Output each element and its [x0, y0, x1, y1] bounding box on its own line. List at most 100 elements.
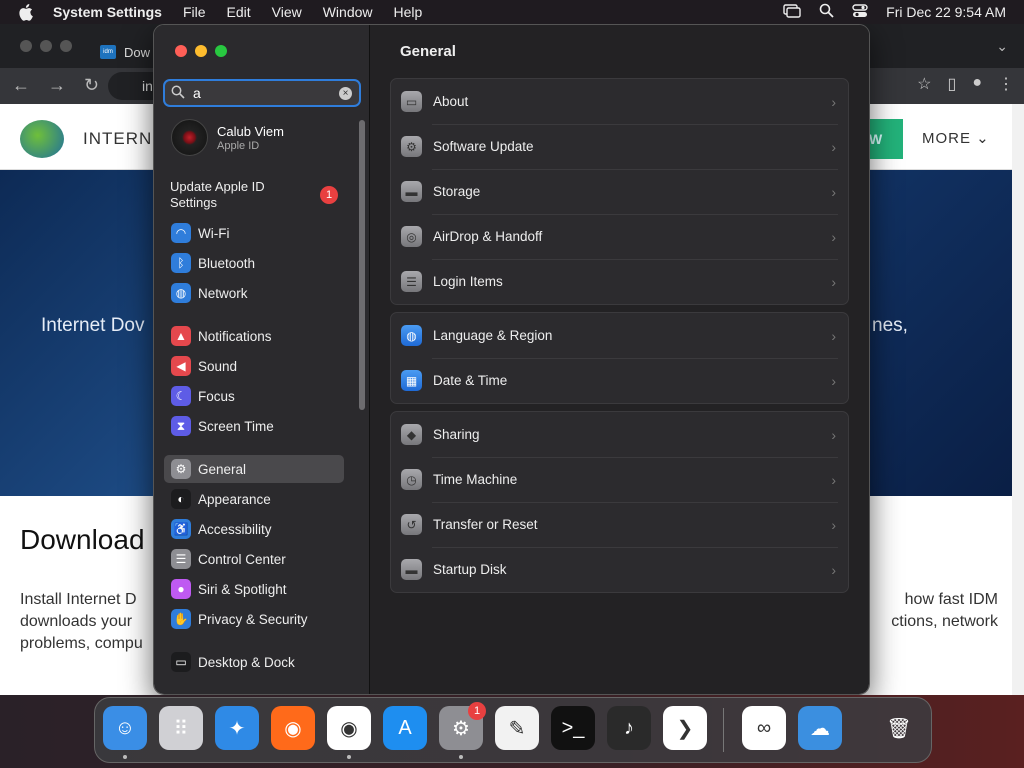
- sidebar-item-label: Privacy & Security: [198, 611, 308, 627]
- chevron-right-icon: ›: [831, 273, 836, 290]
- update-apple-id-item[interactable]: Update Apple ID Settings: [170, 179, 290, 211]
- running-indicator: [459, 755, 463, 759]
- sidebar-item-screen-time[interactable]: ⧗ Screen Time: [164, 412, 344, 440]
- browser-traffic-lights: [20, 40, 72, 52]
- sidebar-toggle-icon[interactable]: ▯: [948, 74, 957, 94]
- chevron-right-icon: ›: [831, 183, 836, 200]
- time-machine-icon: ◷: [401, 469, 422, 490]
- apple-menu-icon[interactable]: [18, 3, 36, 21]
- settings-row-about[interactable]: ▭ About ›: [391, 79, 848, 124]
- finder-icon[interactable]: ☺: [103, 706, 147, 750]
- account-subtitle: Apple ID: [217, 139, 260, 152]
- sidebar-item-notifications[interactable]: ▲ Notifications: [164, 322, 344, 350]
- settings-row-label: Software Update: [433, 139, 534, 154]
- reload-icon[interactable]: ↻: [84, 75, 99, 96]
- menu-help[interactable]: Help: [394, 4, 423, 20]
- list-icon: ☰: [401, 271, 422, 292]
- app-store-icon[interactable]: A: [383, 706, 427, 750]
- gear-icon: ⚙: [171, 459, 191, 479]
- launchpad-icon[interactable]: ⠿: [159, 706, 203, 750]
- browser-menu-icon[interactable]: ⋮: [998, 74, 1014, 94]
- close-button[interactable]: [175, 45, 187, 57]
- chevron-right-icon: ›: [831, 228, 836, 245]
- sidebar-item-wi-fi[interactable]: ◠ Wi-Fi: [164, 219, 344, 247]
- sidebar-item-bluetooth[interactable]: ᛒ Bluetooth: [164, 249, 344, 277]
- menu-window[interactable]: Window: [323, 4, 373, 20]
- sidebar-item-sound[interactable]: ◀ Sound: [164, 352, 344, 380]
- menu-clock[interactable]: Fri Dec 22 9:54 AM: [886, 4, 1006, 20]
- forward-arrow-icon[interactable]: →: [48, 75, 66, 96]
- visual-studio-icon[interactable]: ∞: [742, 706, 786, 750]
- settings-row-language-region[interactable]: ◍ Language & Region ›: [391, 313, 848, 358]
- settings-row-date-time[interactable]: ▦ Date & Time ›: [391, 358, 848, 403]
- menu-view[interactable]: View: [272, 4, 302, 20]
- spotlight-search-icon[interactable]: [819, 3, 834, 21]
- terminal-icon[interactable]: >_: [551, 706, 595, 750]
- sidebar-item-siri-spotlight[interactable]: ● Siri & Spotlight: [164, 575, 344, 603]
- sidebar-item-control-center[interactable]: ☰ Control Center: [164, 545, 344, 573]
- sidebar-item-accessibility[interactable]: ♿ Accessibility: [164, 515, 344, 543]
- address-text: in: [142, 78, 153, 94]
- running-indicator: [123, 755, 127, 759]
- safari-icon[interactable]: ✦: [215, 706, 259, 750]
- settings-row-storage[interactable]: ▬ Storage ›: [391, 169, 848, 214]
- settings-row-startup-disk[interactable]: ▬ Startup Disk ›: [391, 547, 848, 592]
- settings-row-transfer-or-reset[interactable]: ↺ Transfer or Reset ›: [391, 502, 848, 547]
- window-controls: [175, 45, 227, 57]
- settings-row-label: Transfer or Reset: [433, 517, 538, 532]
- settings-row-time-machine[interactable]: ◷ Time Machine ›: [391, 457, 848, 502]
- profile-icon[interactable]: ●: [972, 74, 982, 94]
- settings-group: ▭ About › ⚙ Software Update › ▬ Storage › ◎ AirDro…: [390, 78, 849, 305]
- firefox-icon[interactable]: ◉: [271, 706, 315, 750]
- menu-file[interactable]: File: [183, 4, 206, 20]
- accessibility-icon: ♿: [171, 519, 191, 539]
- back-arrow-icon[interactable]: ←: [12, 75, 30, 96]
- settings-row-software-update[interactable]: ⚙ Software Update ›: [391, 124, 848, 169]
- search-input[interactable]: [193, 85, 333, 101]
- sidebar-item-label: Screen Time: [198, 418, 274, 434]
- apple-id-account[interactable]: Calub Viem Apple ID: [171, 119, 284, 156]
- settings-group: ◆ Sharing › ◷ Time Machine › ↺ Transfer or Rese…: [390, 411, 849, 593]
- garageband-icon[interactable]: ♪: [607, 706, 651, 750]
- sidebar-scrollbar[interactable]: [359, 120, 365, 410]
- vscode-icon[interactable]: ❯: [663, 706, 707, 750]
- minimize-button[interactable]: [195, 45, 207, 57]
- bookmark-star-icon[interactable]: ☆: [917, 74, 931, 94]
- textedit-icon[interactable]: ✎: [495, 706, 539, 750]
- browser-scrollbar[interactable]: [1012, 104, 1024, 695]
- weather-icon[interactable]: ☁: [798, 706, 842, 750]
- settings-row-airdrop-handoff[interactable]: ◎ AirDrop & Handoff ›: [391, 214, 848, 259]
- menu-edit[interactable]: Edit: [227, 4, 251, 20]
- trash-icon[interactable]: 🗑: [877, 706, 921, 750]
- chevron-right-icon: ›: [831, 138, 836, 155]
- zoom-button[interactable]: [215, 45, 227, 57]
- sidebar-item-label: Focus: [198, 388, 235, 404]
- search-icon: [171, 85, 185, 102]
- tab-favicon-icon: idm: [100, 45, 116, 59]
- menu-app-name[interactable]: System Settings: [53, 4, 162, 20]
- sidebar-item-desktop-dock[interactable]: ▭ Desktop & Dock: [164, 648, 344, 676]
- sidebar-item-appearance[interactable]: ◐ Appearance: [164, 485, 344, 513]
- chevron-right-icon: ›: [831, 372, 836, 389]
- settings-row-sharing[interactable]: ◆ Sharing ›: [391, 412, 848, 457]
- site-more-menu[interactable]: MORE ⌄: [922, 129, 990, 147]
- bluetooth-icon: ᛒ: [171, 253, 191, 273]
- sidebar-item-label: Wi-Fi: [198, 225, 230, 241]
- tab-list-chevron-icon[interactable]: ⌄: [996, 38, 1008, 55]
- settings-row-label: Language & Region: [433, 328, 553, 343]
- settings-row-label: Storage: [433, 184, 481, 199]
- sidebar-item-privacy-security[interactable]: ✋ Privacy & Security: [164, 605, 344, 633]
- control-center-icon[interactable]: [852, 3, 868, 21]
- sidebar-item-focus[interactable]: ☾ Focus: [164, 382, 344, 410]
- settings-row-login-items[interactable]: ☰ Login Items ›: [391, 259, 848, 304]
- moon-icon: ☾: [171, 386, 191, 406]
- clear-search-icon[interactable]: ×: [339, 87, 352, 100]
- settings-content: General ▭ About › ⚙ Software Update › ▬ Storage…: [370, 25, 869, 694]
- calendar-icon: ▦: [401, 370, 422, 391]
- screen-mirroring-icon[interactable]: [783, 3, 801, 21]
- settings-search-field[interactable]: ×: [163, 79, 361, 107]
- sidebar-item-general[interactable]: ⚙ General: [164, 455, 344, 483]
- chrome-icon[interactable]: ◉: [327, 706, 371, 750]
- running-indicator: [347, 755, 351, 759]
- sidebar-item-network[interactable]: ◍ Network: [164, 279, 344, 307]
